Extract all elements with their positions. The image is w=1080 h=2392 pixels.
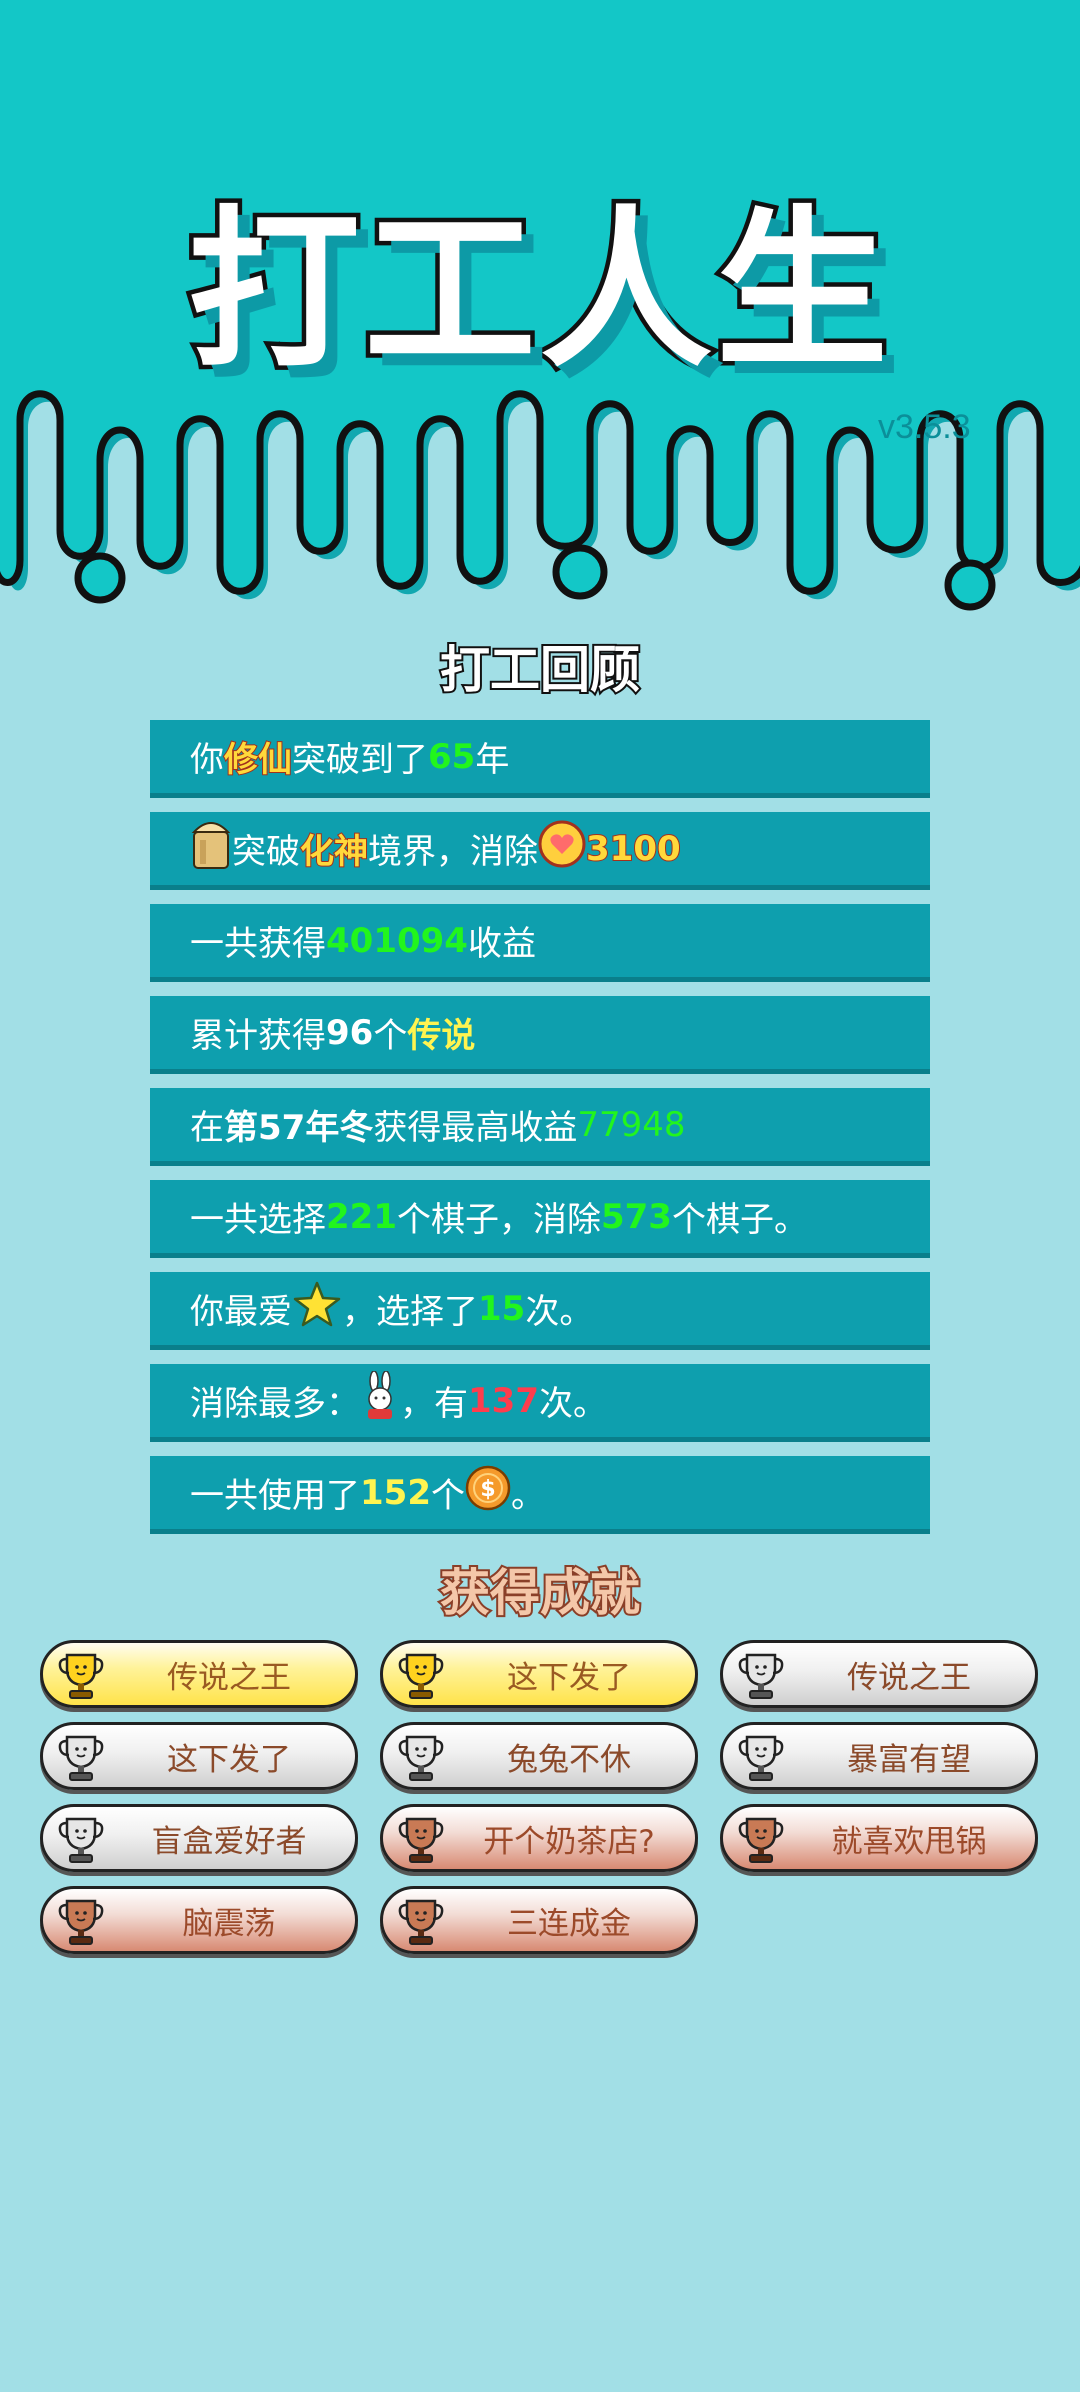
- review-line-legend: 累计获得 96 个 传说: [150, 996, 930, 1074]
- trophy-icon: [397, 1651, 445, 1705]
- coin-count: 152: [360, 1472, 431, 1513]
- review-text: 累计获得: [190, 1016, 326, 1056]
- achievement-label: 这下发了: [507, 1659, 631, 1696]
- achievement-badge[interactable]: 传说之王: [40, 1640, 358, 1708]
- achievement-badge[interactable]: 这下发了: [40, 1722, 358, 1790]
- achievement-label: 脑震荡: [182, 1905, 276, 1942]
- achievement-label: 传说之王: [167, 1659, 291, 1696]
- star-icon: [292, 1280, 342, 1337]
- achievement-label: 开个奶茶店?: [483, 1823, 655, 1860]
- achievement-label: 这下发了: [167, 1741, 291, 1778]
- review-text: 个棋子，消除: [396, 1200, 601, 1240]
- achievement-badge[interactable]: 盲盒爱好者: [40, 1804, 358, 1872]
- achievement-badge[interactable]: 就喜欢甩锅: [720, 1804, 1038, 1872]
- bucket-icon: [190, 818, 232, 879]
- most-removed-count: 137: [468, 1380, 539, 1421]
- achievement-label: 兔兔不休: [507, 1741, 631, 1778]
- achievement-badge[interactable]: 暴富有望: [720, 1722, 1038, 1790]
- review-text: 年: [475, 740, 510, 780]
- review-line-breakthrough: 突破 化神 境界，消除 3100: [150, 812, 930, 890]
- trophy-icon: [737, 1733, 785, 1787]
- income-value: 401094: [326, 920, 468, 961]
- achievement-label: 传说之王: [847, 1659, 971, 1696]
- achievement-badge[interactable]: 传说之王: [720, 1640, 1038, 1708]
- review-text: ，有: [400, 1384, 468, 1424]
- achievement-badge[interactable]: 三连成金: [380, 1886, 698, 1954]
- dollar-coin-icon: $: [465, 1465, 511, 1520]
- realm-label: 化神: [299, 831, 369, 873]
- achievement-badge[interactable]: 脑震荡: [40, 1886, 358, 1954]
- review-text: 在: [190, 1108, 224, 1148]
- achievement-badge[interactable]: 这下发了: [380, 1640, 698, 1708]
- review-text: 收益: [467, 924, 536, 964]
- achievement-label: 就喜欢甩锅: [831, 1823, 987, 1860]
- review-text: 你: [190, 740, 224, 780]
- achievement-label: 三连成金: [507, 1905, 631, 1942]
- review-text: 次。: [525, 1292, 594, 1332]
- review-text: 消除最多：: [190, 1384, 360, 1424]
- trophy-icon: [397, 1815, 445, 1869]
- review-line-pieces: 一共选择 221 个棋子，消除 573 个棋子。: [150, 1180, 930, 1258]
- season-label: 第57年冬: [224, 1108, 374, 1148]
- legend-count: 96: [326, 1012, 374, 1053]
- achievement-label: 暴富有望: [847, 1741, 971, 1778]
- trophy-icon: [737, 1815, 785, 1869]
- review-text: 个: [430, 1476, 465, 1516]
- trophy-icon: [397, 1897, 445, 1951]
- cultivation-label: 修仙: [223, 739, 293, 781]
- review-text: 。: [510, 1476, 545, 1516]
- review-text: 个: [373, 1016, 408, 1056]
- achievement-badge[interactable]: 兔兔不休: [380, 1722, 698, 1790]
- trophy-icon: [57, 1733, 105, 1787]
- selected-count: 221: [326, 1196, 397, 1237]
- review-text: 一共选择: [190, 1200, 326, 1240]
- trophy-icon: [737, 1651, 785, 1705]
- review-text: 你最爱: [190, 1292, 292, 1332]
- removed-value: 3100: [585, 828, 682, 870]
- legend-label: 传说: [407, 1016, 476, 1056]
- svg-text:$: $: [480, 1477, 495, 1502]
- trophy-icon: [57, 1815, 105, 1869]
- max-income-value: 77948: [577, 1104, 686, 1145]
- review-text: 一共使用了: [190, 1476, 360, 1516]
- achievement-badge[interactable]: 开个奶茶店?: [380, 1804, 698, 1872]
- review-line-cultivation: 你 修仙 突破到了 65 年: [150, 720, 930, 798]
- review-text: 一共获得: [190, 924, 326, 964]
- review-text: 突破到了: [292, 740, 428, 780]
- review-text: 获得最高收益: [373, 1108, 578, 1148]
- favorite-count: 15: [478, 1288, 526, 1329]
- achievement-label: 盲盒爱好者: [151, 1823, 307, 1860]
- heart-coin-icon: [538, 820, 586, 877]
- trophy-icon: [57, 1651, 105, 1705]
- achievements-heading: 获得成就: [438, 1562, 642, 1624]
- version-label: v3.5.3: [878, 408, 971, 446]
- rabbit-icon: [360, 1370, 400, 1430]
- review-line-max-income: 在 第57年冬 获得最高收益 77948: [150, 1088, 930, 1166]
- review-heading: 打工回顾: [438, 639, 642, 701]
- years-value: 65: [428, 736, 476, 777]
- review-text: 个棋子。: [671, 1200, 808, 1240]
- review-line-most-removed: 消除最多： ，有 137 次。: [150, 1364, 930, 1442]
- removed-count: 573: [600, 1196, 672, 1237]
- review-text: 境界，消除: [368, 832, 538, 872]
- trophy-icon: [57, 1897, 105, 1951]
- review-line-income: 一共获得 401094 收益: [150, 904, 930, 982]
- game-title: 打工人生: [184, 186, 893, 396]
- review-line-favorite: 你最爱 ，选择了 15 次。: [150, 1272, 930, 1350]
- review-text: 突破: [232, 832, 300, 872]
- review-text: ，选择了: [342, 1292, 478, 1332]
- review-text: 次。: [538, 1384, 607, 1424]
- trophy-icon: [397, 1733, 445, 1787]
- review-line-coins: 一共使用了 152 个 $ 。: [150, 1456, 930, 1534]
